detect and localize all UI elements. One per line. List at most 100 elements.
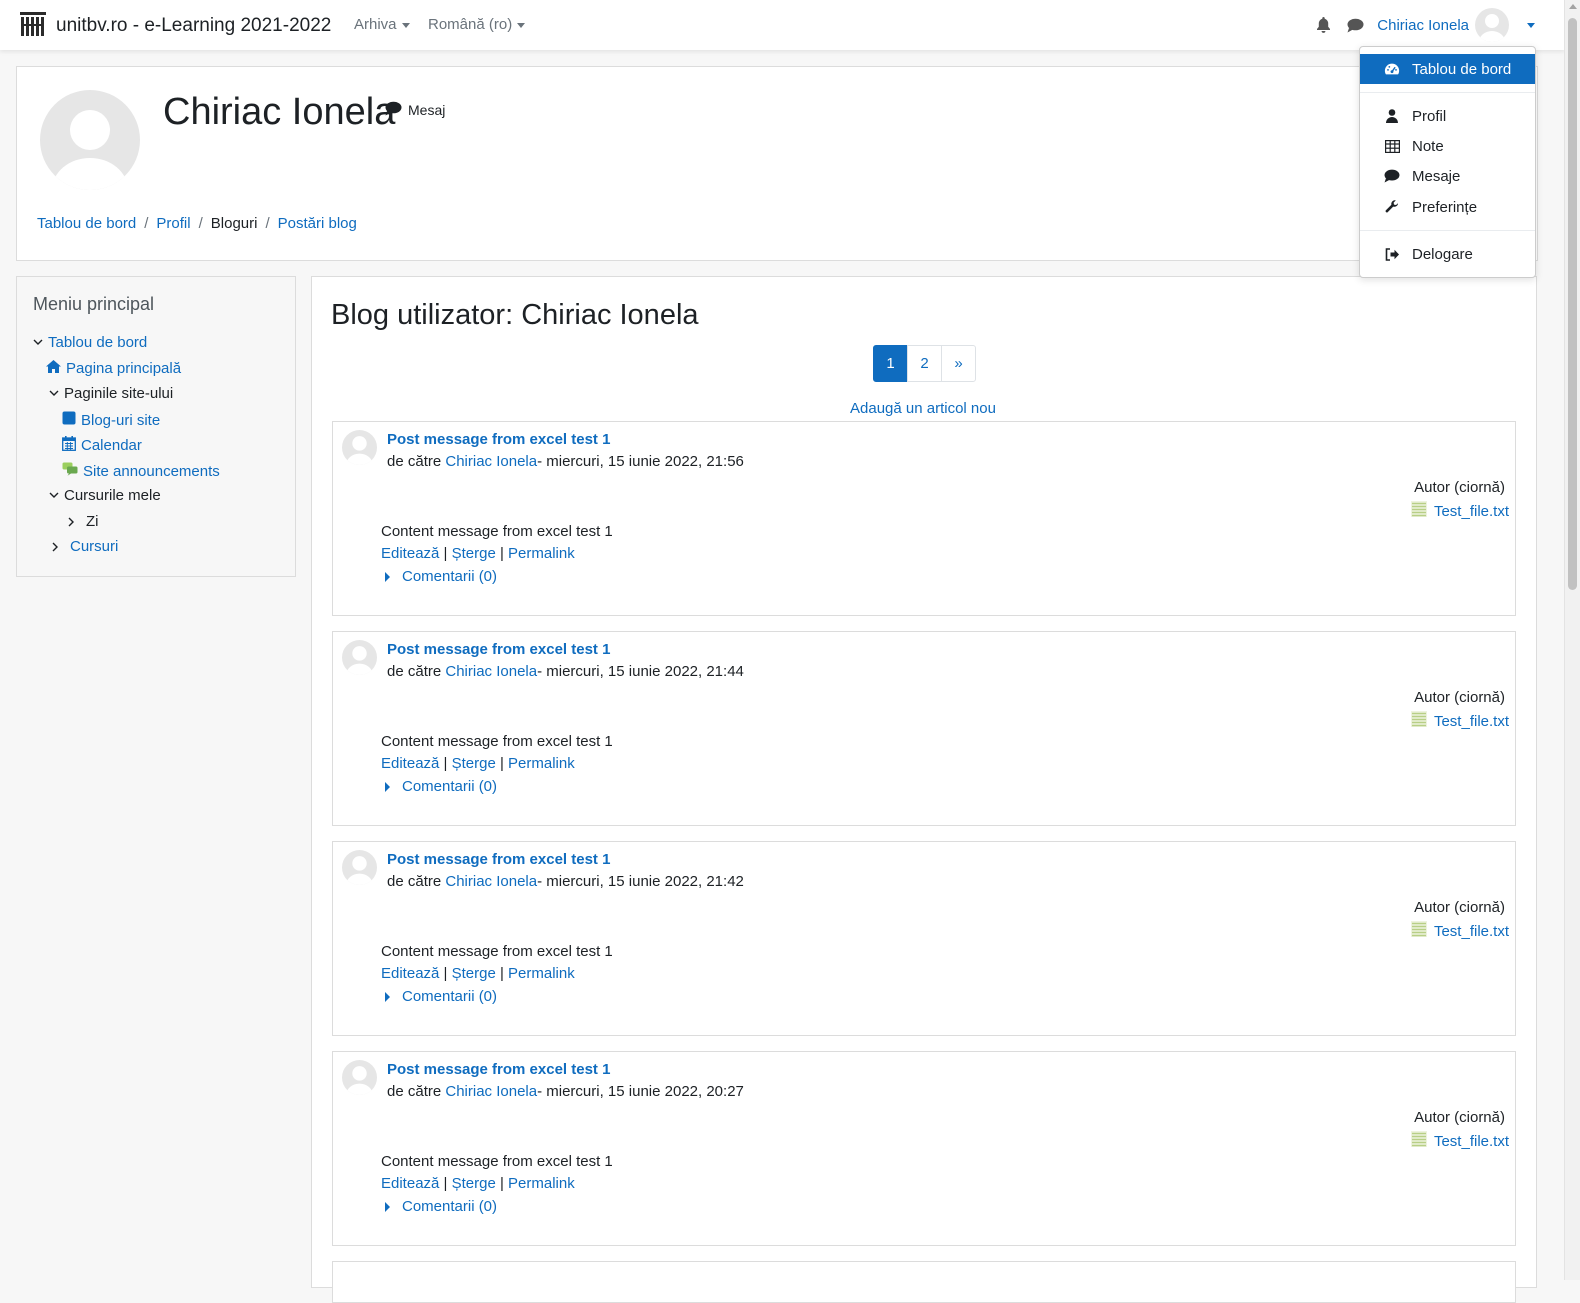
- breadcrumb-profile[interactable]: Profil: [156, 215, 190, 232]
- author-avatar[interactable]: [342, 850, 377, 885]
- comment-icon[interactable]: [1345, 15, 1365, 35]
- archive-menu[interactable]: Arhiva: [354, 16, 410, 33]
- post-title[interactable]: Post message from excel test 1: [387, 431, 610, 448]
- attachment[interactable]: Test_file.txt: [1410, 921, 1509, 941]
- post-actions: Editează | Șterge | Permalink: [381, 545, 575, 562]
- scroll-up-icon[interactable]: [1569, 4, 1577, 9]
- nav-item-my-courses[interactable]: Cursurile mele: [49, 487, 161, 504]
- nav-item-dashboard[interactable]: Tablou de bord: [33, 334, 147, 351]
- comments-toggle[interactable]: Comentarii (0): [385, 778, 497, 795]
- scrollbar-thumb[interactable]: [1568, 18, 1577, 590]
- menu-item-grades[interactable]: Note: [1360, 131, 1535, 161]
- post-date: - miercuri, 15 iunie 2022, 21:44: [537, 663, 744, 680]
- permalink-link[interactable]: Permalink: [508, 755, 575, 772]
- breadcrumb-blog-posts[interactable]: Postări blog: [278, 215, 357, 232]
- add-entry-link[interactable]: Adaugă un articol nou: [850, 400, 996, 417]
- menu-item-label: Mesaje: [1412, 167, 1461, 185]
- breadcrumb-blogs: Bloguri: [210, 215, 258, 232]
- byline-prefix: de către: [387, 663, 446, 680]
- attachment[interactable]: Test_file.txt: [1410, 711, 1509, 731]
- nav-item-site-pages[interactable]: Paginile site-ului: [49, 385, 173, 402]
- language-menu[interactable]: Română (ro): [428, 16, 526, 33]
- main-region: Blog utilizator: Chiriac Ionela 1 2 » Ad…: [311, 276, 1537, 1303]
- message-button[interactable]: Mesaj: [385, 101, 445, 119]
- menu-item-label: Delogare: [1412, 245, 1473, 263]
- page-1-button[interactable]: 1: [873, 345, 908, 382]
- author-avatar[interactable]: [342, 1060, 377, 1095]
- menu-divider: [1360, 230, 1535, 231]
- comments-toggle[interactable]: Comentarii (0): [385, 1198, 497, 1215]
- nav-item-calendar[interactable]: Calendar: [62, 436, 142, 455]
- user-avatar[interactable]: [1475, 8, 1509, 42]
- permalink-link[interactable]: Permalink: [508, 965, 575, 982]
- blog-page-title: Blog utilizator: Chiriac Ionela: [331, 299, 699, 331]
- nav-item-zi[interactable]: Zi: [66, 513, 99, 530]
- blog-post: Post message from excel test 1 de către …: [332, 631, 1516, 826]
- menu-divider: [1360, 92, 1535, 93]
- author-link[interactable]: Chiriac Ionela: [445, 873, 537, 890]
- comments-toggle[interactable]: Comentarii (0): [385, 568, 497, 585]
- breadcrumb-dashboard[interactable]: Tablou de bord: [37, 215, 136, 232]
- menu-item-messages[interactable]: Mesaje: [1360, 161, 1535, 191]
- nav-item-home[interactable]: Pagina principală: [46, 360, 181, 377]
- post-content: Content message from excel test 1: [381, 1153, 613, 1170]
- delete-link[interactable]: Șterge: [452, 965, 496, 982]
- caret-right-icon: [385, 991, 390, 1002]
- dashboard-icon: [1384, 61, 1400, 77]
- user-menu-name[interactable]: Chiriac Ionela: [1377, 17, 1469, 34]
- edit-link[interactable]: Editează: [381, 545, 439, 562]
- byline-prefix: de către: [387, 453, 446, 470]
- edit-link[interactable]: Editează: [381, 1175, 439, 1192]
- attachment[interactable]: Test_file.txt: [1410, 1131, 1509, 1151]
- post-title[interactable]: Post message from excel test 1: [387, 851, 610, 868]
- profile-picture[interactable]: [40, 90, 140, 190]
- nav-item-site-blogs[interactable]: Blog-uri site: [62, 411, 160, 429]
- attachment[interactable]: Test_file.txt: [1410, 501, 1509, 521]
- menu-item-label: Note: [1412, 137, 1444, 155]
- navbar-user-area: Chiriac Ionela: [1301, 8, 1535, 42]
- author-link[interactable]: Chiriac Ionela: [445, 663, 537, 680]
- page-2-button[interactable]: 2: [907, 345, 942, 382]
- delete-link[interactable]: Șterge: [452, 1175, 496, 1192]
- menu-item-dashboard[interactable]: Tablou de bord: [1360, 54, 1535, 84]
- edit-link[interactable]: Editează: [381, 755, 439, 772]
- delete-link[interactable]: Șterge: [452, 755, 496, 772]
- menu-item-logout[interactable]: Delogare: [1360, 239, 1535, 269]
- menu-item-preferences[interactable]: Preferințe: [1360, 192, 1535, 222]
- delete-link[interactable]: Șterge: [452, 545, 496, 562]
- author-avatar[interactable]: [342, 430, 377, 465]
- menu-item-profile[interactable]: Profil: [1360, 101, 1535, 131]
- permalink-link[interactable]: Permalink: [508, 545, 575, 562]
- nav-item-label: Cursuri: [70, 538, 119, 555]
- caret-right-icon: [385, 781, 390, 792]
- site-brand[interactable]: unitbv.ro - e-Learning 2021-2022: [20, 12, 331, 40]
- page-scrollbar[interactable]: [1564, 0, 1580, 1280]
- post-title[interactable]: Post message from excel test 1: [387, 1061, 610, 1078]
- bell-icon[interactable]: [1313, 15, 1333, 35]
- attachment-link: Test_file.txt: [1433, 502, 1509, 520]
- post-title[interactable]: Post message from excel test 1: [387, 641, 610, 658]
- nav-item-site-announcements[interactable]: Site announcements: [62, 462, 220, 480]
- comments-toggle[interactable]: Comentarii (0): [385, 988, 497, 1005]
- calendar-icon: [62, 436, 76, 455]
- forum-icon: [62, 462, 78, 480]
- author-link[interactable]: Chiriac Ionela: [445, 453, 537, 470]
- post-actions: Editează | Șterge | Permalink: [381, 1175, 575, 1192]
- user-menu-caret-icon[interactable]: [1527, 22, 1535, 28]
- author-link[interactable]: Chiriac Ionela: [445, 1083, 537, 1100]
- user-icon: [1384, 108, 1400, 124]
- attachment-link: Test_file.txt: [1433, 712, 1509, 730]
- edit-link[interactable]: Editează: [381, 965, 439, 982]
- text-file-icon: [1410, 1131, 1427, 1151]
- post-byline: de către Chiriac Ionela- miercuri, 15 iu…: [387, 663, 744, 680]
- nav-item-courses[interactable]: Cursuri: [50, 538, 118, 555]
- caret-right-icon: [385, 1201, 390, 1212]
- permalink-link[interactable]: Permalink: [508, 1175, 575, 1192]
- post-date: - miercuri, 15 iunie 2022, 21:42: [537, 873, 744, 890]
- author-avatar[interactable]: [342, 640, 377, 675]
- byline-prefix: de către: [387, 873, 446, 890]
- post-byline: de către Chiriac Ionela- miercuri, 15 iu…: [387, 1083, 744, 1100]
- next-page-button[interactable]: »: [941, 345, 976, 382]
- comments-link: Comentarii (0): [402, 568, 498, 585]
- post-content: Content message from excel test 1: [381, 943, 613, 960]
